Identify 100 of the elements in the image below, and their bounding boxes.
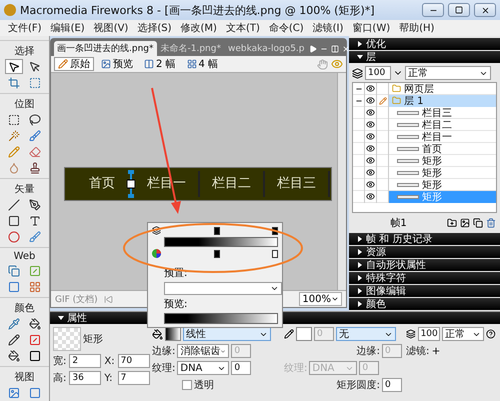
visibility-eye-icon[interactable]: [366, 144, 375, 153]
visibility-eye-icon[interactable]: [366, 96, 375, 105]
restore-icon[interactable]: [330, 44, 338, 52]
visibility-eye-icon[interactable]: [366, 120, 375, 129]
texture-dropdown[interactable]: DNA: [177, 361, 230, 375]
opacity-icon: [352, 68, 363, 78]
view-button[interactable]: 预览: [97, 57, 137, 71]
view-button[interactable]: 2 幅: [140, 57, 180, 71]
visibility-eye-icon[interactable]: [366, 156, 375, 165]
collapsed-triangle-icon[interactable]: [357, 236, 363, 242]
object-row[interactable]: 矩形: [389, 166, 496, 178]
transparent-checkbox[interactable]: [182, 380, 192, 390]
dimension-field[interactable]: 36: [69, 371, 102, 385]
add-filter-icon[interactable]: [431, 346, 442, 356]
blend-mode-dropdown[interactable]: 正常: [405, 66, 491, 80]
view-button[interactable]: 4 幅: [182, 57, 222, 71]
panel-header[interactable]: 层: [349, 51, 500, 63]
field-label: 高:: [53, 372, 66, 385]
visibility-eye-icon[interactable]: [366, 192, 375, 201]
collapsed-triangle-icon[interactable]: [357, 41, 363, 47]
expanded-triangle-icon[interactable]: [357, 54, 363, 60]
field-label: 纹理:: [152, 362, 176, 375]
field-label: 宽:: [53, 354, 66, 368]
opacity-field[interactable]: 100: [365, 66, 391, 80]
visibility-eye-icon[interactable]: [366, 108, 375, 117]
view-button[interactable]: 原始: [54, 57, 94, 71]
visibility-eye-icon[interactable]: [366, 180, 375, 189]
menu-item[interactable]: 文件(F): [4, 21, 46, 35]
color-stop-icon[interactable]: [214, 226, 220, 234]
document-tab[interactable]: 画一条凹进去的线.png*: [54, 41, 156, 56]
collapsed-triangle-icon[interactable]: [357, 262, 363, 268]
object-row[interactable]: 栏目二: [389, 118, 496, 130]
blend-mode-dropdown[interactable]: 正常: [442, 327, 484, 341]
panel-header[interactable]: 颜色: [349, 298, 500, 310]
layer-row[interactable]: 网页层: [389, 82, 496, 94]
opacity-stop-icon[interactable]: [272, 250, 278, 258]
menu-item[interactable]: 选择(S): [133, 21, 176, 35]
delete-icon[interactable]: [486, 218, 496, 228]
expanded-triangle-icon[interactable]: [58, 315, 64, 321]
document-tab[interactable]: webkaka-logo5.p: [224, 41, 308, 56]
collapsed-triangle-icon[interactable]: [357, 301, 363, 307]
visibility-eye-icon[interactable]: [366, 132, 375, 141]
new-bitmap-icon[interactable]: [460, 218, 470, 228]
zoom-dropdown[interactable]: 100%: [299, 292, 342, 306]
vertical-scrollbar[interactable]: [337, 73, 346, 290]
menu-item[interactable]: 文本(T): [222, 21, 264, 35]
dimension-field[interactable]: 7: [118, 371, 150, 385]
duplicate-icon[interactable]: [473, 218, 483, 228]
visibility-eye-icon[interactable]: [366, 84, 375, 93]
tool-section-title: 矢量: [14, 183, 34, 196]
object-row[interactable]: 矩形: [389, 154, 496, 166]
object-name: 矩形: [83, 333, 103, 346]
panel-header[interactable]: 资源: [349, 246, 500, 258]
dimension-field[interactable]: 2: [69, 354, 102, 368]
menu-item[interactable]: 修改(M): [176, 21, 221, 35]
stroke-swatch[interactable]: [296, 327, 312, 341]
preset-dropdown[interactable]: [164, 282, 282, 295]
opacity-stop-icon[interactable]: [214, 250, 220, 258]
close-button[interactable]: [474, 3, 496, 17]
opacity-field[interactable]: 100: [418, 327, 440, 341]
panel-header[interactable]: 优化: [349, 38, 500, 50]
fill-swatch[interactable]: [165, 327, 181, 341]
object-thumbnail: [397, 134, 419, 138]
menu-item[interactable]: 滤镜(I): [308, 21, 348, 35]
selection-handle-icon: [127, 170, 135, 198]
panel-header[interactable]: 图像编辑: [349, 285, 500, 297]
menu-item[interactable]: 视图(V): [90, 21, 132, 35]
visibility-eye-icon[interactable]: [366, 168, 375, 177]
menu-item[interactable]: 命令(C): [264, 21, 308, 35]
panel-header[interactable]: 自动形状属性: [349, 259, 500, 271]
menu-item[interactable]: 窗口(W): [348, 21, 394, 35]
field-label: 纹理:: [284, 362, 308, 375]
edge-dropdown[interactable]: 消除锯齿: [177, 344, 230, 358]
pointer-icon[interactable]: [5, 59, 23, 74]
collapsed-triangle-icon[interactable]: [357, 249, 363, 255]
preview-label: 预览:: [164, 298, 188, 311]
fill-type-dropdown[interactable]: 线性: [183, 327, 271, 341]
collapsed-triangle-icon[interactable]: [357, 288, 363, 294]
help-icon[interactable]: [486, 329, 496, 339]
maximize-button[interactable]: [448, 3, 470, 17]
texture-amount-field[interactable]: 0: [231, 361, 252, 375]
tool-section-title: 位图: [14, 98, 34, 111]
menu-item[interactable]: 帮助(H): [395, 21, 438, 35]
object-row[interactable]: 首页: [389, 142, 496, 154]
dimension-field[interactable]: 70: [118, 354, 150, 368]
close-icon[interactable]: [342, 44, 350, 52]
field-label: X:: [104, 356, 115, 366]
new-layer-icon[interactable]: [447, 218, 457, 228]
object-row[interactable]: 矩形: [389, 178, 496, 190]
document-tab[interactable]: 未命名-1.png*: [158, 41, 224, 56]
object-row[interactable]: 栏目三: [389, 106, 496, 118]
panel-header[interactable]: 帧 和 历史记录: [349, 233, 500, 245]
collapsed-triangle-icon[interactable]: [357, 275, 363, 281]
panel-header[interactable]: 特殊字符: [349, 272, 500, 284]
menu-item[interactable]: 编辑(E): [46, 21, 89, 35]
object-row[interactable]: 栏目一: [389, 130, 496, 142]
field-label: Y:: [104, 372, 114, 384]
opacity-icon: [406, 329, 416, 339]
layer-row[interactable]: 层 1: [389, 94, 496, 106]
next-tab-icon[interactable]: [308, 44, 316, 52]
